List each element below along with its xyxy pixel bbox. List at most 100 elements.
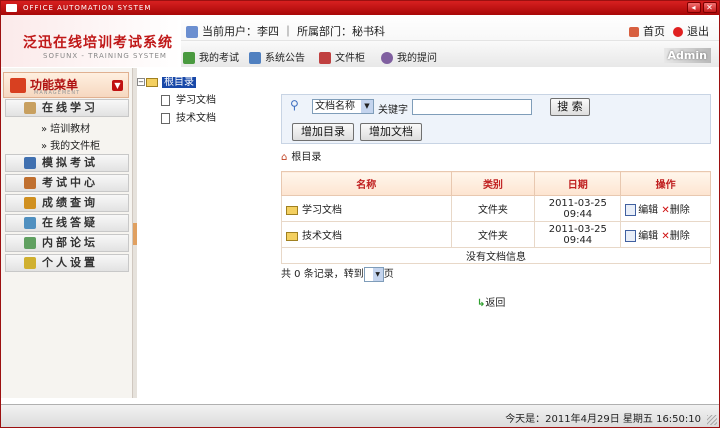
col-date: 日期 (534, 171, 622, 196)
breadcrumb: ⌂ 根目录 (281, 148, 321, 163)
sidebar-item-label: 成绩查询 (42, 196, 98, 209)
table-header-row: 名称 类别 日期 操作 (281, 171, 711, 196)
menu-subtitle: MANAGEMENT (34, 90, 81, 96)
sidebar-item-exam-center[interactable]: 考试中心 (5, 174, 129, 192)
pager-prefix: 共 0 条记录，转到 (281, 269, 364, 280)
row-name-cell[interactable]: 技术文档 (281, 221, 452, 248)
document-icon (161, 94, 170, 106)
menu-icon (10, 78, 26, 93)
study-icon (24, 102, 36, 114)
delete-link[interactable]: ✕删除 (661, 231, 689, 242)
row-actions: 编辑 ✕删除 (620, 221, 711, 248)
row-date: 2011-03-25 09:44 (534, 221, 622, 248)
breadcrumb-label: 根目录 (291, 152, 322, 163)
logo-subtitle: SOFUNX - TRAINING SYSTEM (43, 52, 167, 60)
calendar-icon (186, 26, 198, 38)
settings-icon (24, 257, 36, 269)
status-bar: 今天是：2011年4月29日 星期五 16:50:10 (1, 404, 719, 427)
mock-exam-icon (24, 157, 36, 169)
nav-label: 文件柜 (335, 53, 365, 64)
sidebar-item-online-study[interactable]: 在线学习 (5, 99, 129, 117)
logout-link[interactable]: 退出 (673, 23, 709, 39)
search-field-select[interactable]: 文档名称 ▼ (312, 99, 374, 114)
score-icon (24, 197, 36, 209)
chevron-down-icon: ▼ (361, 100, 373, 113)
nav-my-questions[interactable]: 我的提问 (381, 49, 437, 64)
delete-label: 删除 (669, 231, 690, 242)
user-icon (381, 52, 393, 64)
sidebar-item-label: 在线学习 (42, 101, 98, 114)
nav-my-exam[interactable]: 我的考试 (183, 49, 239, 64)
back-link[interactable]: ↳返回 (477, 294, 505, 309)
row-name: 学习文档 (302, 205, 342, 216)
app-icon (6, 4, 17, 12)
back-label: 返回 (485, 298, 506, 309)
tree-node[interactable]: 学习文档 (161, 91, 216, 106)
exam-icon (183, 52, 195, 64)
document-table: 名称 类别 日期 操作 学习文档 文件夹 2011-03-25 09:44 编辑… (281, 171, 711, 264)
col-actions: 操作 (620, 171, 711, 196)
sidebar-item-personal-settings[interactable]: 个人设置 (5, 254, 129, 272)
user-info: 当前用户：李四 ｜ 所属部门：秘书科 (186, 23, 385, 39)
status-datetime: 今天是：2011年4月29日 星期五 16:50:10 (505, 414, 701, 425)
header: 泛迅在线培训考试系统 SOFUNX - TRAINING SYSTEM 当前用户… (1, 15, 719, 67)
tree-collapse-icon[interactable]: − (137, 78, 145, 86)
edit-label: 编辑 (638, 205, 659, 216)
close-button[interactable]: ✕ (703, 2, 717, 13)
splitter-grip[interactable] (133, 223, 137, 245)
logout-label: 退出 (687, 25, 709, 38)
sidebar-splitter[interactable] (133, 68, 137, 398)
nav-announcement[interactable]: 系统公告 (249, 49, 305, 64)
col-name: 名称 (281, 171, 452, 196)
sidebar-sub-label: 培训教材 (50, 124, 91, 135)
home-icon: ⌂ (281, 152, 288, 163)
tree-root[interactable]: − 根目录 (137, 73, 196, 88)
exam-center-icon (24, 177, 36, 189)
app-window: OFFICE AUTOMATION SYSTEM ◂ ✕ 泛迅在线培训考试系统 … (0, 0, 720, 428)
add-document-button[interactable]: 增加文档 (360, 123, 422, 141)
row-date: 2011-03-25 09:44 (534, 195, 622, 222)
edit-icon (625, 230, 637, 242)
sidebar-item-forum[interactable]: 内部论坛 (5, 234, 129, 252)
logo-title: 泛迅在线培训考试系统 (23, 35, 173, 51)
edit-link[interactable]: 编辑 (625, 204, 659, 216)
empty-row: 没有文档信息 (281, 247, 711, 264)
sidebar-sub-my-file-cabinet[interactable]: 我的文件柜 (41, 137, 100, 152)
tree-root-label: 根目录 (162, 77, 196, 88)
folder-icon (286, 231, 298, 241)
row-name-cell[interactable]: 学习文档 (281, 195, 452, 222)
sidebar-item-mock-exam[interactable]: 模拟考试 (5, 154, 129, 172)
delete-icon: ✕ (661, 231, 670, 242)
edit-icon (625, 204, 637, 216)
row-type: 文件夹 (450, 195, 536, 222)
user-bar: 当前用户：李四 ｜ 所属部门：秘书科 首页 退出 (181, 17, 719, 41)
nav-label: 我的考试 (199, 53, 239, 64)
home-link[interactable]: 首页 (629, 23, 665, 39)
sidebar-sub-label: 我的文件柜 (50, 141, 101, 152)
title-bar: OFFICE AUTOMATION SYSTEM ◂ ✕ (1, 1, 719, 15)
folder-icon (286, 205, 298, 215)
add-directory-button[interactable]: 增加目录 (292, 123, 354, 141)
sidebar-sub-training-material[interactable]: 培训教材 (41, 120, 90, 135)
collapse-icon[interactable]: ▼ (112, 80, 123, 91)
search-button[interactable]: 搜 索 (550, 98, 590, 116)
window-title: OFFICE AUTOMATION SYSTEM (23, 4, 152, 12)
nav-label: 我的提问 (397, 53, 437, 64)
search-panel: ⚲ 文档名称 ▼ 关键字 搜 索 增加目录 增加文档 (281, 94, 711, 144)
minimize-button[interactable]: ◂ (687, 2, 701, 13)
cabinet-icon (319, 52, 331, 64)
nav-file-cabinet[interactable]: 文件柜 (319, 49, 365, 64)
document-icon (161, 112, 170, 124)
sidebar-item-score-query[interactable]: 成绩查询 (5, 194, 129, 212)
delete-link[interactable]: ✕删除 (661, 205, 689, 216)
delete-icon: ✕ (661, 205, 670, 216)
tree-node[interactable]: 技术文档 (161, 109, 216, 124)
folder-icon (146, 77, 158, 87)
page-select[interactable]: ▼ (363, 266, 384, 282)
keyword-input[interactable] (412, 99, 532, 115)
edit-link[interactable]: 编辑 (625, 230, 658, 242)
admin-label: Admin (663, 48, 711, 63)
sidebar-item-online-qa[interactable]: 在线答疑 (5, 214, 129, 232)
resize-grip[interactable] (707, 415, 717, 425)
sidebar-item-label: 在线答疑 (42, 216, 98, 229)
